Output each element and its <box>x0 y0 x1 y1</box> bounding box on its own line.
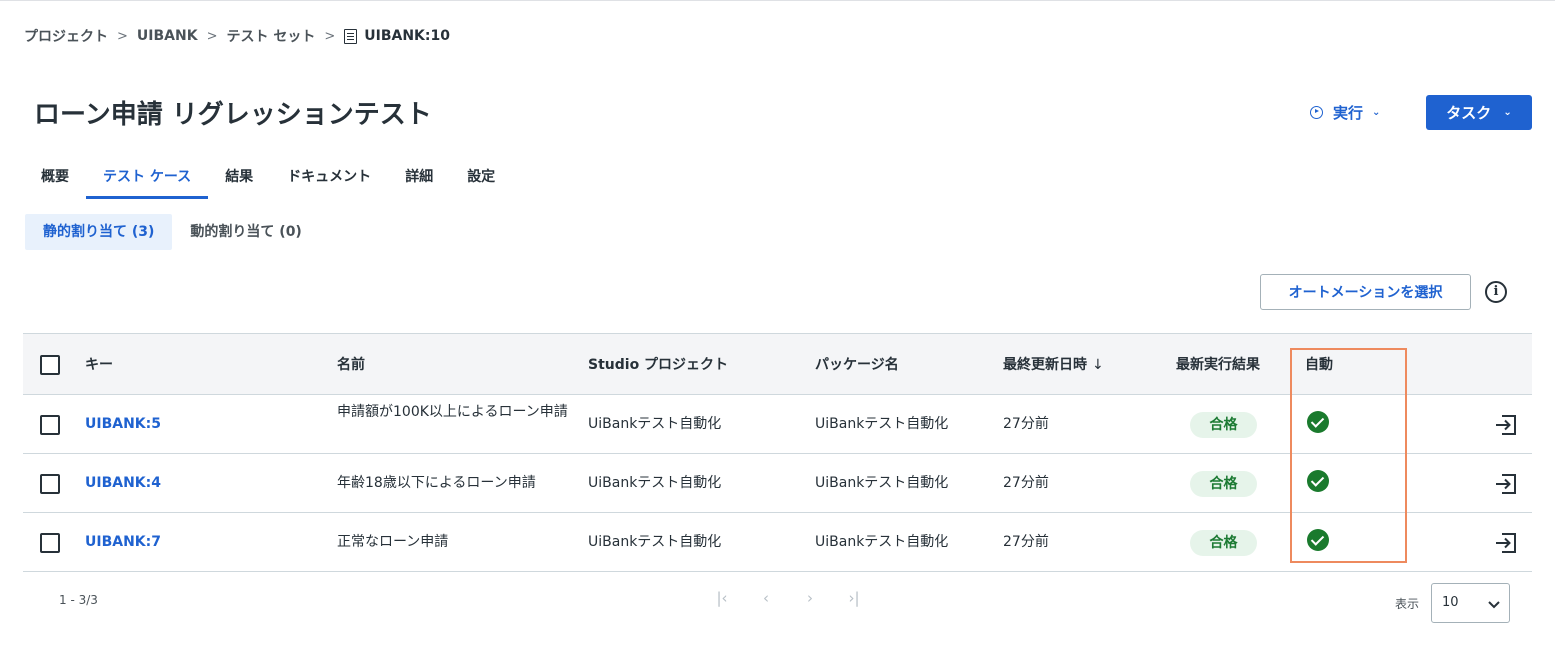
document-icon <box>344 28 358 44</box>
breadcrumb-current: UIBANK:10 <box>344 28 450 44</box>
tab-overview[interactable]: 概要 <box>24 161 86 199</box>
test-case-key-link[interactable]: UIBANK:5 <box>85 395 161 454</box>
open-in-icon[interactable] <box>1494 473 1517 495</box>
tab-details[interactable]: 詳細 <box>388 161 450 199</box>
run-button[interactable]: 実行 ⌄ <box>1310 97 1380 127</box>
column-header-last-updated[interactable]: 最終更新日時 ↓ <box>1003 334 1104 396</box>
package-name-cell: UiBankテスト自動化 <box>815 416 949 432</box>
per-page-value: 10 <box>1442 595 1459 610</box>
chevron-down-icon <box>1488 601 1500 609</box>
first-page-icon[interactable]: |‹ <box>700 589 744 607</box>
tab-test-cases[interactable]: テスト ケース <box>86 161 209 199</box>
table-row: UIBANK:4 年齢18歳以下によるローン申請 UiBankテスト自動化 Ui… <box>23 454 1532 513</box>
studio-project-cell: UiBankテスト自動化 <box>588 475 722 491</box>
next-page-icon[interactable]: › <box>788 589 832 607</box>
test-case-name: 正常なローン申請 <box>337 534 449 550</box>
chevron-right-icon: > <box>206 28 218 44</box>
row-checkbox[interactable] <box>40 474 60 494</box>
table-header: キー 名前 Studio プロジェクト パッケージ名 最終更新日時 ↓ 最新実行結… <box>23 333 1532 395</box>
table-row: UIBANK:7 正常なローン申請 UiBankテスト自動化 UiBankテスト… <box>23 513 1532 572</box>
select-all-checkbox[interactable] <box>40 355 60 375</box>
open-in-icon[interactable] <box>1494 414 1517 436</box>
check-circle-icon <box>1307 470 1329 492</box>
run-label: 実行 <box>1333 103 1364 122</box>
test-case-key-link[interactable]: UIBANK:4 <box>85 454 161 513</box>
column-header-studio-project[interactable]: Studio プロジェクト <box>588 334 728 396</box>
pass-badge: 合格 <box>1190 471 1257 497</box>
column-header-key[interactable]: キー <box>85 334 113 396</box>
task-label: タスク <box>1446 104 1492 122</box>
info-icon[interactable]: i <box>1485 281 1507 303</box>
play-icon <box>1310 105 1323 119</box>
check-circle-icon <box>1307 529 1329 551</box>
chevron-down-icon: ⌄ <box>1372 106 1381 118</box>
task-button[interactable]: タスク ⌄ <box>1426 95 1532 130</box>
previous-page-icon[interactable]: ‹ <box>744 589 788 607</box>
last-page-icon[interactable]: ›| <box>832 589 876 607</box>
page-title: ローン申請 リグレッションテスト <box>34 100 432 130</box>
breadcrumb-current-label: UIBANK:10 <box>364 28 450 44</box>
tab-bar: 概要 テスト ケース 結果 ドキュメント 詳細 設定 <box>24 161 512 199</box>
pagination-controls: |‹ ‹ › ›| <box>700 589 876 607</box>
breadcrumb-projects[interactable]: プロジェクト <box>24 26 108 46</box>
test-case-table: キー 名前 Studio プロジェクト パッケージ名 最終更新日時 ↓ 最新実行結… <box>23 333 1532 572</box>
last-updated-cell: 27分前 <box>1003 475 1049 491</box>
column-header-automated[interactable]: 自動 <box>1305 334 1333 396</box>
column-header-name[interactable]: 名前 <box>337 334 365 396</box>
test-case-name: 年齢18歳以下によるローン申請 <box>337 475 536 491</box>
tab-results[interactable]: 結果 <box>208 161 270 199</box>
select-automation-button[interactable]: オートメーションを選択 <box>1260 274 1471 310</box>
pass-badge: 合格 <box>1190 530 1257 556</box>
test-case-key-link[interactable]: UIBANK:7 <box>85 513 161 572</box>
test-case-name: 申請額が100K以上によるローン申請 <box>337 404 568 420</box>
chevron-right-icon: > <box>324 28 336 44</box>
sort-arrow-icon: ↓ <box>1092 357 1104 373</box>
studio-project-cell: UiBankテスト自動化 <box>588 534 722 550</box>
breadcrumb-test-sets[interactable]: テスト セット <box>226 26 315 46</box>
column-header-package[interactable]: パッケージ名 <box>815 334 899 396</box>
studio-project-cell: UiBankテスト自動化 <box>588 416 722 432</box>
last-updated-cell: 27分前 <box>1003 416 1049 432</box>
chevron-right-icon: > <box>117 28 128 44</box>
pagination-range: 1 - 3/3 <box>59 593 98 607</box>
tab-documents[interactable]: ドキュメント <box>270 161 388 199</box>
breadcrumb-project[interactable]: UIBANK <box>137 28 198 44</box>
subtab-static-assignment[interactable]: 静的割り当て (3) <box>25 214 173 250</box>
package-name-cell: UiBankテスト自動化 <box>815 534 949 550</box>
package-name-cell: UiBankテスト自動化 <box>815 475 949 491</box>
column-header-last-updated-label: 最終更新日時 <box>1003 357 1087 373</box>
row-checkbox[interactable] <box>40 415 60 435</box>
per-page-label: 表示 <box>1395 597 1420 611</box>
open-in-icon[interactable] <box>1494 532 1517 554</box>
subtab-dynamic-assignment[interactable]: 動的割り当て (0) <box>172 214 319 250</box>
column-header-latest-result[interactable]: 最新実行結果 <box>1176 334 1260 396</box>
chevron-down-icon: ⌄ <box>1503 107 1512 118</box>
pass-badge: 合格 <box>1190 412 1257 438</box>
table-row: UIBANK:5 申請額が100K以上によるローン申請 UiBankテスト自動化… <box>23 395 1532 454</box>
per-page-select[interactable]: 10 <box>1431 583 1510 623</box>
breadcrumb: プロジェクト > UIBANK > テスト セット > UIBANK:10 <box>24 25 450 47</box>
check-circle-icon <box>1307 411 1329 433</box>
row-checkbox[interactable] <box>40 533 60 553</box>
tab-settings[interactable]: 設定 <box>450 161 512 199</box>
last-updated-cell: 27分前 <box>1003 534 1049 550</box>
assignment-tabs: 静的割り当て (3) 動的割り当て (0) <box>25 214 320 250</box>
